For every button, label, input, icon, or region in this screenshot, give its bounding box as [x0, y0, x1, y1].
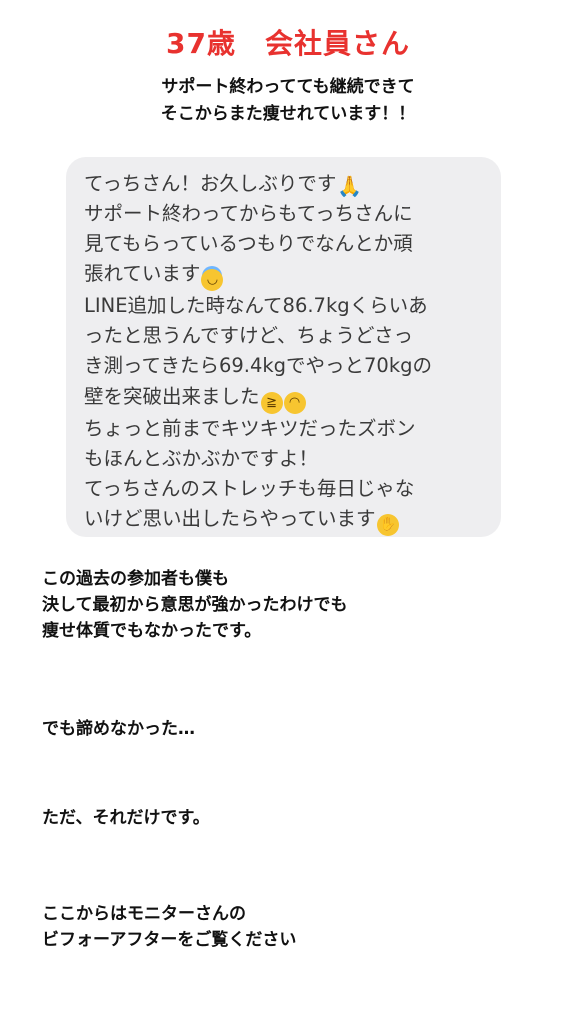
- message-line: ちょっと前までキツキツだったズボン: [84, 416, 416, 440]
- paragraph-3: ただ、それだけです。: [42, 805, 542, 831]
- paragraph-4-line-1: ここからはモニターさんの: [42, 904, 246, 924]
- paragraph-4: ここからはモニターさんの ビフォーアフターをご覧ください: [42, 901, 542, 953]
- message-line-text: てっちさん！お久しぶりです: [84, 172, 337, 195]
- subheadline: サポート終わってても継続できて そこからまた痩せれています！！: [0, 74, 576, 128]
- message-line: サポート終わってからもてっちさんに: [84, 202, 413, 226]
- smiling-face-with-halo-icon: ◡: [201, 269, 224, 292]
- paragraph-2-line-1: でも諦めなかった…: [42, 719, 195, 739]
- message-line: ったと思うんですけど、ちょうどさっ: [84, 324, 413, 348]
- paragraph-1-line-2: 決して最初から意思が強かったわけでも: [42, 595, 348, 615]
- message-line-text: 壁を突破出来ました: [84, 384, 260, 408]
- message-line: てっちさん！お久しぶりです🙏: [84, 169, 487, 199]
- message-line-text: いけど思い出したらやっています: [84, 506, 376, 530]
- message-line: き測ってきたら69.4kgでやっと70kgの: [84, 354, 433, 378]
- message-line: いけど思い出したらやっています ✋: [84, 504, 487, 536]
- headline: 37歳 会社員さん: [166, 27, 410, 60]
- message-bubble: てっちさん！お久しぶりです🙏 サポート終わってからもてっちさんに 見てもらってい…: [66, 157, 501, 537]
- folded-hands-icon: 🙏: [337, 174, 363, 198]
- message-line: 壁を突破出来ました ≧ ◠: [84, 382, 487, 414]
- rolling-on-floor-laughing-icon: ≧: [260, 391, 283, 414]
- paragraph-3-line-1: ただ、それだけです。: [42, 808, 210, 828]
- message-line: 見てもらっているつもりでなんとか頑: [84, 232, 413, 256]
- paragraph-2: でも諦めなかった…: [42, 716, 542, 742]
- face-with-hand-over-mouth-icon: ✋: [376, 513, 399, 536]
- message-line: もほんとぶかぶかですよ！: [84, 446, 319, 470]
- face-with-tears-of-joy-icon: ◠: [283, 391, 306, 414]
- message-line-text: 張れています: [84, 262, 201, 286]
- paragraph-1: この過去の参加者も僕も 決して最初から意思が強かったわけでも 痩せ体質でもなかっ…: [42, 566, 542, 644]
- message-line: 張れています ◡: [84, 259, 487, 292]
- paragraph-1-line-3: 痩せ体質でもなかったです。: [42, 621, 262, 641]
- paragraph-1-line-1: この過去の参加者も僕も: [42, 569, 229, 589]
- subheadline-line-1: サポート終わってても継続できて: [161, 77, 415, 97]
- paragraph-4-line-2: ビフォーアフターをご覧ください: [42, 930, 297, 950]
- message-line: LINE追加した時なんて86.7kgくらいあ: [84, 294, 428, 318]
- subheadline-line-2: そこからまた痩せれています！！: [160, 104, 416, 124]
- message-line: てっちさんのストレッチも毎日じゃな: [84, 476, 415, 500]
